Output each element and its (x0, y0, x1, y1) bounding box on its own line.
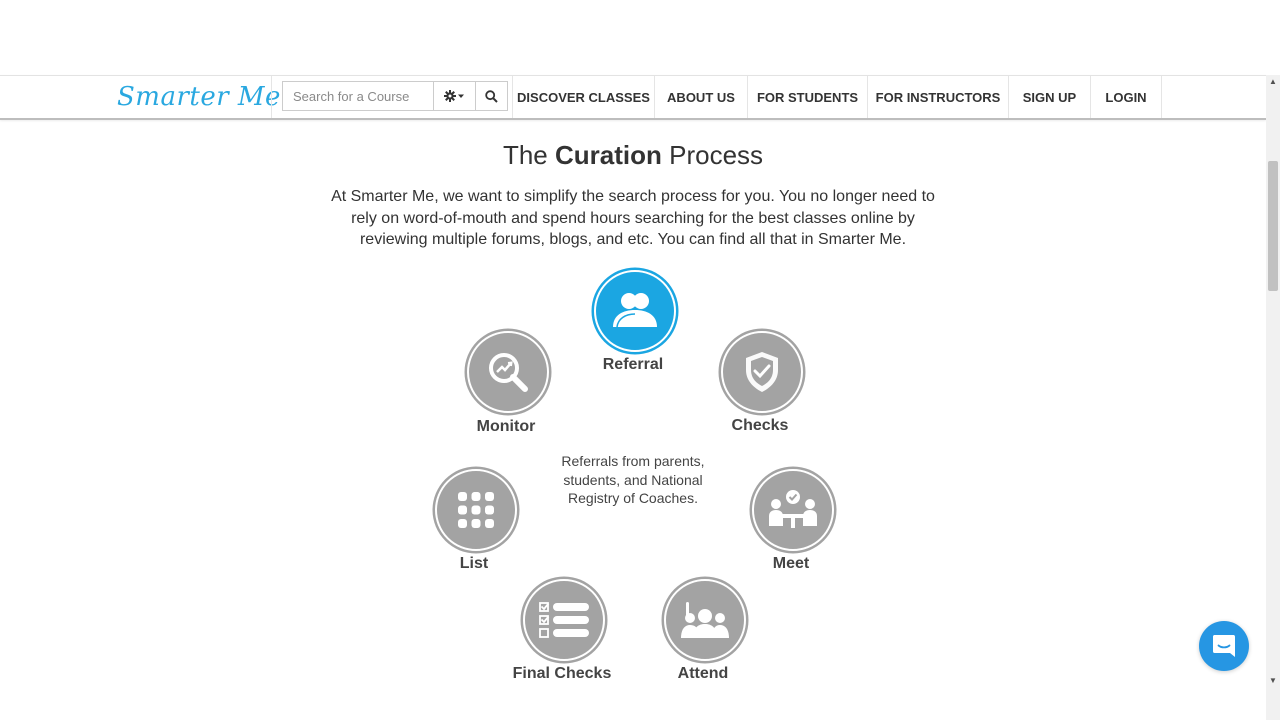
search-input[interactable] (282, 81, 433, 111)
nav-for-students[interactable]: FOR STUDENTS (747, 76, 867, 118)
gear-icon (443, 90, 464, 102)
people-icon (613, 293, 657, 328)
step-list[interactable] (435, 469, 517, 551)
scrollbar-thumb[interactable] (1268, 161, 1278, 291)
intro-paragraph: At Smarter Me, we want to simplify the s… (331, 188, 935, 248)
step-label-checks: Checks (731, 417, 789, 434)
step-label-referral: Referral (602, 356, 664, 373)
nav-about-us[interactable]: ABOUT US (654, 76, 747, 118)
chat-icon (1213, 635, 1235, 657)
step-label-monitor: Monitor (476, 418, 536, 435)
search-group (282, 81, 508, 111)
class-attend-icon (681, 602, 729, 638)
nav-for-instructors[interactable]: FOR INSTRUCTORS (867, 76, 1008, 118)
checklist-icon (539, 602, 589, 638)
scroll-down-icon[interactable]: ▼ (1269, 676, 1277, 685)
step-referral[interactable] (594, 270, 676, 352)
step-label-attend: Attend (677, 665, 729, 682)
step-meet[interactable] (752, 469, 834, 551)
top-navbar: Smarter Me DISCOVER CLASSES (0, 75, 1266, 120)
shield-check-icon (746, 352, 778, 392)
scroll-up-icon[interactable]: ▲ (1269, 77, 1277, 86)
magnifier-chart-icon (489, 353, 528, 392)
grid-list-icon (458, 492, 494, 528)
search-button[interactable] (476, 81, 508, 111)
step-checks[interactable] (721, 331, 803, 413)
nav-sign-up[interactable]: SIGN UP (1008, 76, 1090, 118)
divider (271, 76, 272, 118)
logo[interactable]: Smarter Me (117, 82, 281, 112)
divider (1161, 76, 1162, 118)
step-label-meet: Meet (772, 555, 810, 572)
step-monitor[interactable] (467, 331, 549, 413)
nav-discover-classes[interactable]: DISCOVER CLASSES (512, 76, 654, 118)
step-description: Referrals from parents, students, and Na… (561, 453, 705, 506)
meeting-icon (769, 490, 817, 528)
search-options-button[interactable] (433, 81, 476, 111)
step-attend[interactable] (664, 579, 746, 661)
search-icon (485, 89, 498, 103)
step-final-checks[interactable] (523, 579, 605, 661)
step-label-final-checks: Final Checks (512, 665, 612, 682)
section-title: The Curation Process (502, 140, 764, 170)
page-scrollbar[interactable]: ▲ ▼ (1266, 75, 1280, 720)
nav-login[interactable]: LOGIN (1090, 76, 1161, 118)
chat-widget-button[interactable] (1199, 621, 1249, 671)
step-label-list: List (459, 555, 489, 572)
